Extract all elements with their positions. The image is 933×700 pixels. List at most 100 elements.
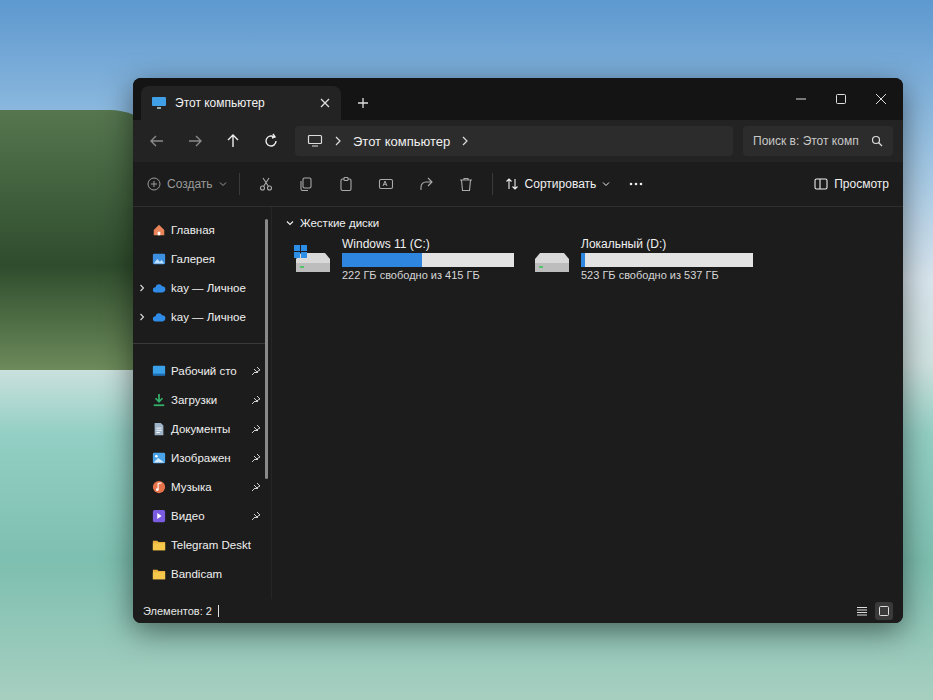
sidebar-label: Рабочий сто bbox=[171, 365, 244, 377]
close-window-icon[interactable] bbox=[875, 93, 887, 105]
tab-title: Этот компьютер bbox=[175, 96, 311, 110]
sidebar-item[interactable]: Галерея bbox=[133, 244, 265, 273]
toolbar: Создать Сортировать Просмотр bbox=[133, 162, 903, 207]
chevron-down-icon bbox=[219, 180, 227, 188]
plus-icon bbox=[147, 177, 161, 191]
sidebar-label: Галерея bbox=[171, 253, 261, 265]
navigation-bar: Этот компьютер Поиск в: Этот комп bbox=[133, 120, 903, 162]
window-controls bbox=[795, 93, 903, 105]
sidebar-item[interactable]: Видео bbox=[133, 501, 265, 530]
cloud-icon bbox=[152, 281, 166, 295]
sidebar: Главная Галерея kay — Личное kay — Личное Ра… bbox=[133, 207, 272, 599]
search-placeholder: Поиск в: Этот комп bbox=[753, 134, 865, 148]
sort-label: Сортировать bbox=[525, 177, 597, 191]
home-icon bbox=[152, 223, 166, 237]
drive-name: Локальный (D:) bbox=[581, 237, 756, 251]
sidebar-item[interactable]: Документы bbox=[133, 414, 265, 443]
drive-item[interactable]: Локальный (D:)523 ГБ свободно из 537 ГБ bbox=[531, 237, 756, 281]
sidebar-group: Главная Галерея kay — Личное kay — Личное bbox=[133, 215, 265, 331]
sidebar-item[interactable]: Главная bbox=[133, 215, 265, 244]
sidebar-scrollbar[interactable] bbox=[265, 219, 268, 479]
sidebar-item[interactable]: kay — Личное bbox=[133, 302, 265, 331]
expand-chevron-icon[interactable] bbox=[138, 313, 146, 321]
sidebar-item[interactable]: Рабочий сто bbox=[133, 356, 265, 385]
copy-icon[interactable] bbox=[298, 176, 314, 192]
sidebar-item[interactable]: Bandicam bbox=[133, 559, 265, 588]
pin-icon bbox=[251, 482, 261, 492]
breadcrumb[interactable]: Этот компьютер bbox=[353, 134, 450, 149]
paste-icon[interactable] bbox=[338, 176, 354, 192]
folder-icon bbox=[152, 567, 166, 581]
preview-label: Просмотр bbox=[834, 177, 889, 191]
capacity-fill bbox=[342, 253, 422, 267]
section-header[interactable]: Жесткие диски bbox=[286, 213, 889, 233]
downloads-icon bbox=[152, 393, 166, 407]
pin-icon bbox=[251, 395, 261, 405]
create-label: Создать bbox=[167, 177, 213, 191]
expand-chevron-icon[interactable] bbox=[138, 284, 146, 292]
section-title: Жесткие диски bbox=[300, 217, 379, 229]
sidebar-label: Документы bbox=[171, 423, 244, 435]
sort-icon bbox=[505, 177, 519, 191]
close-tab-icon[interactable] bbox=[319, 97, 331, 109]
video-icon bbox=[152, 509, 166, 523]
preview-button[interactable]: Просмотр bbox=[814, 177, 889, 191]
back-arrow-icon[interactable] bbox=[149, 133, 165, 149]
pin-icon bbox=[251, 511, 261, 521]
refresh-icon[interactable] bbox=[263, 133, 279, 149]
documents-icon bbox=[152, 422, 166, 436]
tiles-view-button[interactable] bbox=[875, 602, 893, 620]
sidebar-group: Рабочий сто Загрузки Документы Изображен Муз… bbox=[133, 343, 265, 588]
sort-button[interactable]: Сортировать bbox=[505, 177, 611, 191]
minimize-icon[interactable] bbox=[795, 93, 807, 105]
sidebar-item[interactable]: Музыка bbox=[133, 472, 265, 501]
new-tab-icon[interactable] bbox=[357, 97, 369, 109]
pictures-icon bbox=[152, 451, 166, 465]
details-view-icon bbox=[856, 605, 868, 617]
preview-pane-icon bbox=[814, 177, 828, 191]
sidebar-label: Музыка bbox=[171, 481, 244, 493]
item-count: Элементов: 2 bbox=[143, 605, 212, 617]
up-arrow-icon[interactable] bbox=[225, 133, 241, 149]
share-icon[interactable] bbox=[418, 176, 434, 192]
sidebar-label: Видео bbox=[171, 510, 244, 522]
hard-drive-icon bbox=[292, 243, 334, 277]
hard-drive-icon bbox=[531, 243, 573, 277]
create-button[interactable]: Создать bbox=[147, 177, 227, 191]
drive-free-space: 222 ГБ свободно из 415 ГБ bbox=[342, 269, 517, 281]
drive-item[interactable]: Windows 11 (C:)222 ГБ свободно из 415 ГБ bbox=[292, 237, 517, 281]
status-bar: Элементов: 2 bbox=[133, 599, 903, 623]
sidebar-item[interactable]: kay — Личное bbox=[133, 273, 265, 302]
capacity-bar bbox=[581, 253, 753, 267]
forward-arrow-icon[interactable] bbox=[187, 133, 203, 149]
sidebar-label: kay — Личное bbox=[171, 311, 261, 323]
chevron-right-icon bbox=[333, 136, 343, 146]
delete-icon[interactable] bbox=[458, 176, 474, 192]
cut-icon[interactable] bbox=[258, 176, 274, 192]
window-tab[interactable]: Этот компьютер bbox=[141, 86, 341, 120]
cloud-icon bbox=[152, 310, 166, 324]
sidebar-item[interactable]: Изображен bbox=[133, 443, 265, 472]
maximize-icon[interactable] bbox=[835, 93, 847, 105]
rename-icon[interactable] bbox=[378, 176, 394, 192]
explorer-window: Этот компьютер Этот компьютер Поиск в: Это… bbox=[133, 78, 903, 623]
search-field[interactable]: Поиск в: Этот комп bbox=[743, 126, 893, 156]
capacity-fill bbox=[581, 253, 585, 267]
more-icon[interactable] bbox=[628, 176, 644, 192]
desktop: Этот компьютер Этот компьютер Поиск в: Это… bbox=[0, 0, 933, 700]
pin-icon bbox=[251, 424, 261, 434]
pin-icon bbox=[251, 366, 261, 376]
sidebar-label: Bandicam bbox=[171, 568, 261, 580]
sidebar-item[interactable]: Telegram Deskt bbox=[133, 530, 265, 559]
tiles-view-icon bbox=[878, 605, 890, 617]
address-bar[interactable]: Этот компьютер bbox=[295, 126, 733, 156]
chevron-right-icon[interactable] bbox=[460, 136, 470, 146]
sidebar-item[interactable]: Загрузки bbox=[133, 385, 265, 414]
capacity-bar bbox=[342, 253, 514, 267]
computer-icon bbox=[151, 95, 167, 111]
details-view-button[interactable] bbox=[853, 602, 871, 620]
sidebar-label: kay — Личное bbox=[171, 282, 261, 294]
pin-icon bbox=[251, 453, 261, 463]
title-bar: Этот компьютер bbox=[133, 78, 903, 120]
folder-icon bbox=[152, 538, 166, 552]
